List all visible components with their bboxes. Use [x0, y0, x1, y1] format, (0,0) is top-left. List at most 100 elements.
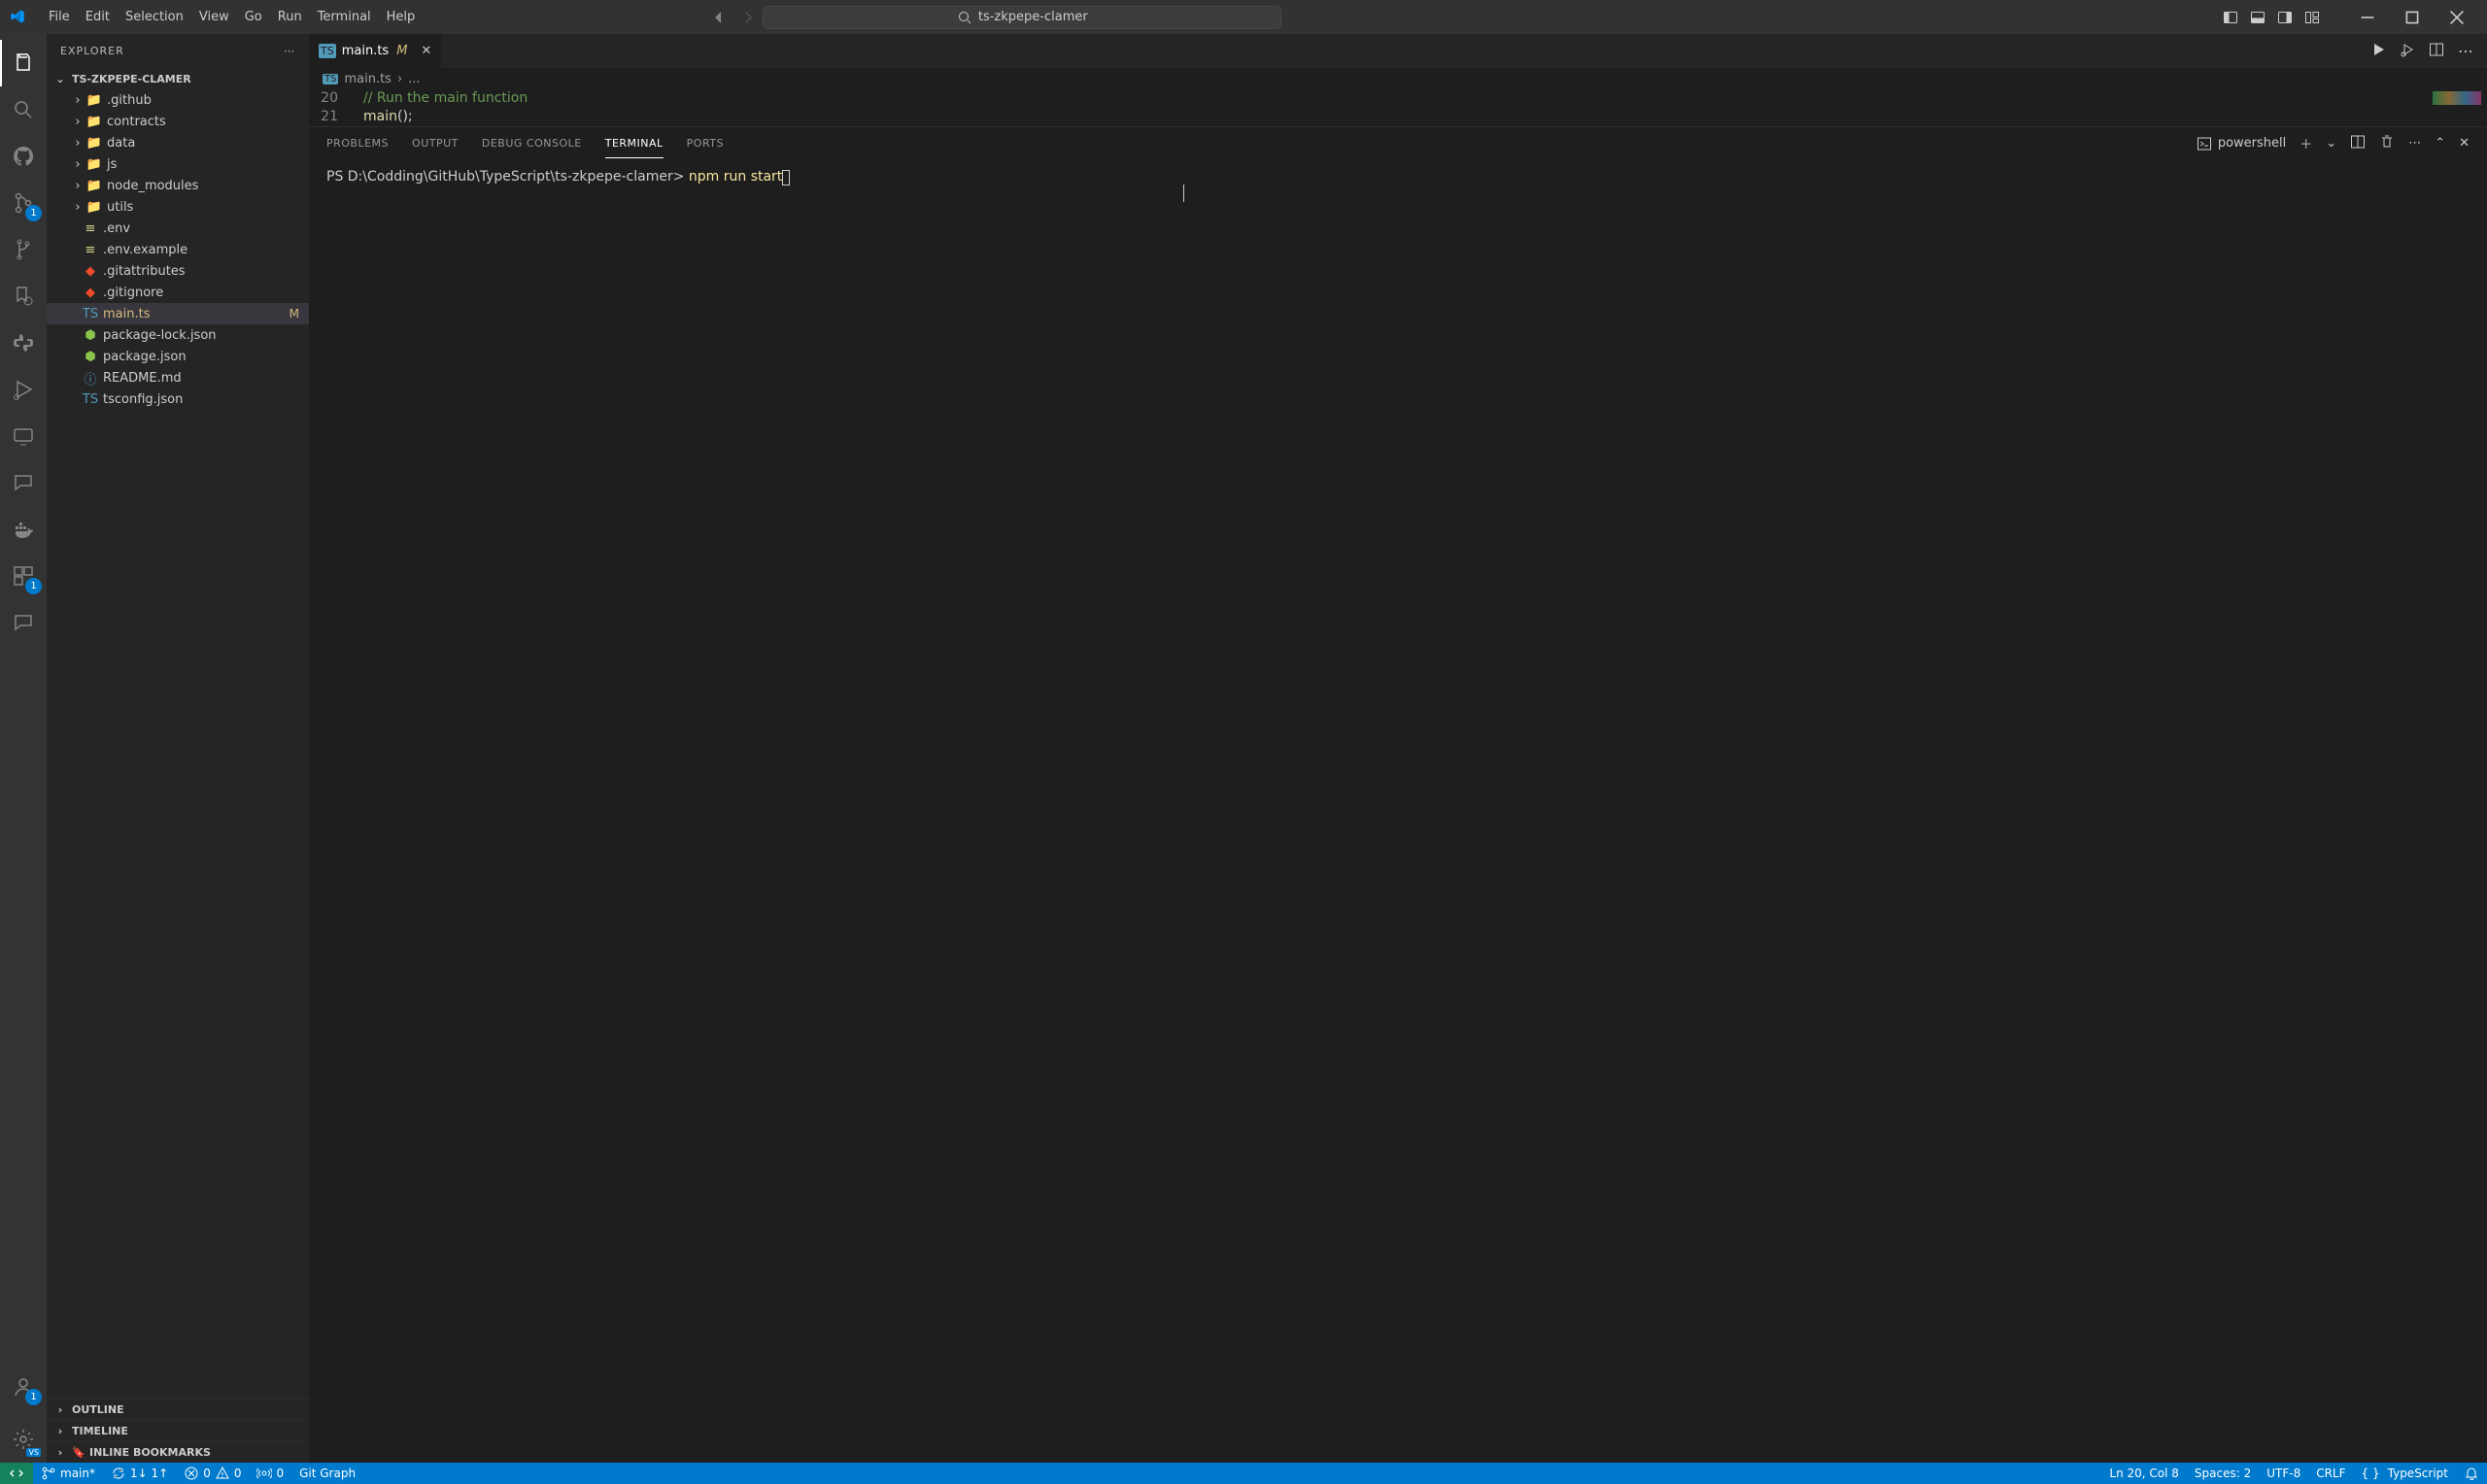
nav-back[interactable]: [706, 5, 732, 30]
run-file-icon[interactable]: [2370, 42, 2386, 61]
toggle-panel-icon[interactable]: [2246, 6, 2269, 29]
status-problems[interactable]: 0 0: [176, 1466, 249, 1481]
text-caret: [1183, 185, 1184, 202]
section-outline[interactable]: ›OUTLINE: [47, 1399, 309, 1420]
section-timeline[interactable]: ›TIMELINE: [47, 1420, 309, 1441]
folder-node-modules[interactable]: ›📁node_modules: [47, 175, 309, 196]
status-branch[interactable]: main*: [33, 1466, 103, 1481]
remote-indicator[interactable]: [0, 1463, 33, 1484]
activity-docker[interactable]: [0, 506, 47, 553]
code-editor[interactable]: 20 21 // Run the main function main();: [309, 89, 2487, 126]
folder-js[interactable]: ›📁js: [47, 153, 309, 175]
activity-manage[interactable]: VS: [0, 1416, 47, 1463]
accounts-badge: 1: [25, 1389, 42, 1405]
activity-python[interactable]: [0, 320, 47, 366]
file-readme[interactable]: ⓘREADME.md: [47, 367, 309, 388]
menu-selection[interactable]: Selection: [118, 4, 191, 30]
folder-utils[interactable]: ›📁utils: [47, 196, 309, 218]
debug-run-icon[interactable]: [2400, 42, 2415, 61]
file-package-lock[interactable]: ⬢package-lock.json: [47, 324, 309, 346]
activity-remote[interactable]: [0, 413, 47, 459]
window-minimize[interactable]: [2345, 0, 2390, 34]
terminal-shell-selector[interactable]: powershell: [2197, 136, 2286, 152]
terminal[interactable]: PS D:\Codding\GitHub\TypeScript\ts-zkpep…: [309, 159, 2487, 1463]
panel-close-icon[interactable]: ✕: [2459, 136, 2470, 151]
terminal-shell-name: powershell: [2218, 136, 2286, 151]
status-cursor[interactable]: Ln 20, Col 8: [2101, 1466, 2187, 1481]
activity-comments[interactable]: [0, 459, 47, 506]
toggle-secondary-sidebar-icon[interactable]: [2273, 6, 2297, 29]
window-close[interactable]: [2435, 0, 2479, 34]
file-gitattributes[interactable]: ◆.gitattributes: [47, 260, 309, 282]
sidebar-actions-icon[interactable]: ⋯: [284, 45, 295, 57]
panel-tab-output[interactable]: OUTPUT: [412, 129, 459, 157]
command-center[interactable]: ts-zkpepe-clamer: [763, 6, 1281, 29]
status-ports[interactable]: 0: [249, 1466, 291, 1481]
status-encoding[interactable]: UTF-8: [2259, 1466, 2308, 1481]
project-name: TS-ZKPEPE-CLAMER: [72, 73, 191, 85]
activity-git-branch[interactable]: [0, 226, 47, 273]
status-spaces[interactable]: Spaces: 2: [2187, 1466, 2259, 1481]
file-gitignore[interactable]: ◆.gitignore: [47, 282, 309, 303]
nav-forward[interactable]: [735, 5, 761, 30]
window-maximize[interactable]: [2390, 0, 2435, 34]
activity-search[interactable]: [0, 86, 47, 133]
panel-maximize-icon[interactable]: ⌃: [2435, 136, 2445, 151]
file-tsconfig[interactable]: TStsconfig.json: [47, 388, 309, 410]
file-main-ts[interactable]: TSmain.tsM: [47, 303, 309, 324]
panel-tab-ports[interactable]: PORTS: [687, 129, 724, 157]
tab-main-ts[interactable]: TS main.ts M ✕: [309, 34, 442, 68]
panel-tab-terminal[interactable]: TERMINAL: [605, 129, 664, 158]
status-git-graph[interactable]: Git Graph: [291, 1467, 363, 1480]
breadcrumbs[interactable]: TS main.ts › ...: [309, 68, 2487, 89]
search-icon: [957, 10, 972, 25]
menu-edit[interactable]: Edit: [78, 4, 118, 30]
menu-terminal[interactable]: Terminal: [310, 4, 379, 30]
editor-more-actions-icon[interactable]: ⋯: [2458, 42, 2473, 60]
activity-chat[interactable]: [0, 599, 47, 646]
menu-help[interactable]: Help: [379, 4, 424, 30]
file-package-json[interactable]: ⬢package.json: [47, 346, 309, 367]
panel-more-icon[interactable]: ⋯: [2408, 136, 2421, 151]
panel-tab-debug[interactable]: DEBUG CONSOLE: [482, 129, 582, 157]
editor-group: TS main.ts M ✕ ⋯ TS main.ts › ... 20 21: [309, 34, 2487, 1463]
activity-run-debug[interactable]: [0, 366, 47, 413]
customize-layout-icon[interactable]: [2300, 6, 2324, 29]
terminal-dropdown-icon[interactable]: ⌄: [2326, 136, 2336, 151]
status-notifications[interactable]: [2456, 1466, 2487, 1481]
activity-accounts[interactable]: 1: [0, 1364, 47, 1410]
split-editor-icon[interactable]: [2429, 42, 2444, 61]
status-eol[interactable]: CRLF: [2308, 1466, 2353, 1481]
tabs-bar: TS main.ts M ✕ ⋯: [309, 34, 2487, 68]
close-icon[interactable]: ✕: [421, 44, 431, 58]
toggle-primary-sidebar-icon[interactable]: [2219, 6, 2242, 29]
new-terminal-icon[interactable]: ＋: [2300, 134, 2312, 152]
activity-github[interactable]: [0, 133, 47, 180]
panel-tabs: PROBLEMS OUTPUT DEBUG CONSOLE TERMINAL P…: [309, 127, 2487, 159]
activity-explorer[interactable]: [0, 40, 47, 86]
activity-bookmark-settings[interactable]: [0, 273, 47, 320]
sidebar-title: EXPLORER: [60, 45, 124, 57]
folder-contracts[interactable]: ›📁contracts: [47, 111, 309, 132]
command-center-text: ts-zkpepe-clamer: [978, 10, 1088, 24]
menu-go[interactable]: Go: [237, 4, 270, 30]
activity-source-control[interactable]: 1: [0, 180, 47, 226]
folder-github[interactable]: ›📁.github: [47, 89, 309, 111]
menu-file[interactable]: File: [41, 4, 78, 30]
extensions-badge: 1: [25, 578, 42, 594]
file-env-example[interactable]: ≡.env.example: [47, 239, 309, 260]
status-language[interactable]: { }TypeScript: [2354, 1466, 2456, 1481]
menu-view[interactable]: View: [191, 4, 237, 30]
minimap[interactable]: [2409, 89, 2487, 126]
panel-tab-problems[interactable]: PROBLEMS: [326, 129, 389, 157]
kill-terminal-icon[interactable]: [2379, 134, 2395, 153]
section-inline-bookmarks[interactable]: ›🔖INLINE BOOKMARKS: [47, 1441, 309, 1463]
file-env[interactable]: ≡.env: [47, 218, 309, 239]
menu-run[interactable]: Run: [270, 4, 310, 30]
activity-extensions[interactable]: 1: [0, 553, 47, 599]
explorer-project-header[interactable]: ⌄ TS-ZKPEPE-CLAMER: [47, 68, 309, 89]
folder-data[interactable]: ›📁data: [47, 132, 309, 153]
terminal-command: npm run start: [689, 169, 782, 185]
status-sync[interactable]: 1↓ 1↑: [103, 1466, 176, 1481]
split-terminal-icon[interactable]: [2350, 134, 2366, 153]
